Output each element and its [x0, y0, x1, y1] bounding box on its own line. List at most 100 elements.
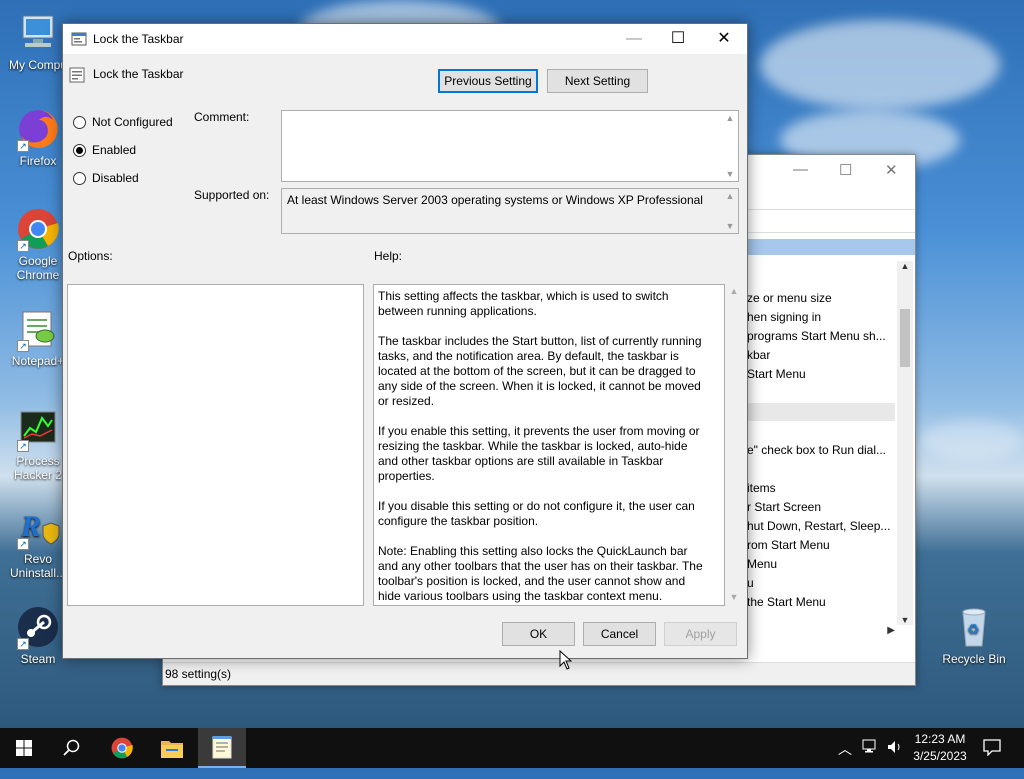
policy-setting-icon	[69, 67, 85, 83]
scroll-up-icon[interactable]: ▲	[727, 286, 741, 296]
supported-on-label: Supported on:	[194, 188, 270, 202]
maximize-button[interactable]: ☐	[655, 24, 701, 54]
clock-time: 12:23 AM	[914, 732, 966, 746]
vertical-scrollbar[interactable]: ▲ ▼	[897, 261, 913, 625]
list-item[interactable]: hut Down, Restart, Sleep...	[747, 519, 890, 533]
list-item[interactable]: u	[747, 576, 754, 590]
options-panel	[67, 284, 364, 606]
tray-chevron-icon[interactable]: ︿	[838, 739, 852, 779]
minimize-icon[interactable]: —	[793, 161, 808, 178]
dialog-titlebar[interactable]: Lock the Taskbar — ☐ ✕	[63, 24, 747, 54]
radio-circle-selected[interactable]	[73, 143, 86, 157]
scroll-up-icon[interactable]: ▲	[724, 191, 736, 201]
svg-text:♻: ♻	[967, 621, 980, 637]
shortcut-arrow-icon: ↗	[17, 538, 29, 550]
start-button[interactable]	[0, 728, 48, 768]
radio-label: Enabled	[92, 143, 137, 157]
shortcut-arrow-icon: ↗	[17, 440, 29, 452]
scroll-up-icon[interactable]: ▲	[897, 261, 913, 271]
help-panel[interactable]: This setting affects the taskbar, which …	[373, 284, 725, 606]
help-text: This setting affects the taskbar, which …	[378, 289, 703, 603]
scroll-right-icon[interactable]: ▶	[887, 625, 895, 636]
radio-not-configured[interactable]: Not Configured	[73, 115, 173, 129]
scroll-down-icon[interactable]: ▼	[727, 592, 741, 602]
notepad-plus-icon: ↗	[15, 306, 61, 352]
firefox-icon: ↗	[15, 106, 61, 152]
desktop-icon-recycle-bin[interactable]: ♻ Recycle Bin	[936, 604, 1012, 666]
volume-icon[interactable]	[886, 739, 904, 779]
radio-label: Disabled	[92, 171, 139, 185]
scroll-down-icon[interactable]: ▼	[724, 221, 736, 231]
scrollbar-thumb[interactable]	[900, 309, 910, 367]
list-item[interactable]: ze or menu size	[747, 291, 832, 305]
list-item[interactable]: r Start Screen	[747, 500, 821, 514]
list-item[interactable]: hen signing in	[747, 310, 821, 324]
help-label: Help:	[374, 249, 403, 263]
computer-icon	[15, 10, 61, 56]
dialog-title: Lock the Taskbar	[93, 32, 184, 46]
scroll-up-icon[interactable]: ▲	[724, 113, 736, 123]
comment-textarea[interactable]: ▲ ▼	[281, 110, 739, 182]
cloud	[920, 420, 1024, 460]
maximize-icon[interactable]: ☐	[839, 161, 852, 179]
options-label: Options:	[68, 249, 113, 263]
lock-taskbar-dialog[interactable]: Lock the Taskbar — ☐ ✕ Lock the Taskbar …	[62, 23, 748, 659]
radio-disabled[interactable]: Disabled	[73, 171, 139, 185]
network-icon[interactable]	[862, 738, 880, 778]
taskbar: ︿ 12:23 AM 3/25/2023	[0, 728, 1024, 768]
close-button[interactable]: ✕	[701, 24, 747, 54]
notepad-icon	[212, 736, 232, 759]
chrome-icon	[111, 737, 133, 759]
minimize-button[interactable]: —	[611, 24, 657, 54]
list-item[interactable]: e" check box to Run dial...	[747, 443, 886, 457]
radio-label: Not Configured	[92, 115, 173, 129]
taskbar-file-explorer[interactable]	[148, 728, 196, 768]
radio-circle[interactable]	[73, 115, 86, 129]
notification-icon[interactable]	[982, 738, 1002, 778]
steam-icon: ↗	[15, 604, 61, 650]
setting-name: Lock the Taskbar	[93, 67, 184, 81]
taskbar-chrome[interactable]	[98, 728, 146, 768]
desktop-icon-label: Recycle Bin	[942, 652, 1006, 666]
mouse-cursor-icon	[559, 649, 573, 673]
list-item[interactable]: items	[747, 481, 776, 495]
radio-circle[interactable]	[73, 171, 86, 185]
shortcut-arrow-icon: ↗	[17, 240, 29, 252]
cancel-button[interactable]: Cancel	[583, 622, 656, 646]
shortcut-arrow-icon: ↗	[17, 340, 29, 352]
list-item[interactable]: kbar	[747, 348, 770, 362]
revo-icon: R ↗	[15, 504, 61, 550]
comment-label: Comment:	[194, 110, 250, 124]
search-icon	[63, 739, 80, 756]
supported-on-value: At least Windows Server 2003 operating s…	[287, 193, 703, 207]
shortcut-arrow-icon: ↗	[17, 638, 29, 650]
status-bar: 98 setting(s)	[163, 662, 915, 685]
clock[interactable]: 12:23 AM 3/25/2023	[910, 731, 970, 771]
list-item[interactable]: Menu	[747, 557, 777, 571]
chrome-icon: ↗	[15, 206, 61, 252]
scroll-down-icon[interactable]: ▼	[724, 169, 736, 179]
list-item[interactable]: Start Menu	[747, 367, 806, 381]
windows-logo-icon	[16, 740, 32, 756]
supported-on-field: At least Windows Server 2003 operating s…	[281, 188, 739, 234]
settings-count: 98 setting(s)	[165, 667, 232, 681]
scroll-down-icon[interactable]: ▼	[897, 615, 913, 625]
shortcut-arrow-icon: ↗	[17, 140, 29, 152]
taskbar-notepad[interactable]	[198, 728, 246, 768]
clock-date: 3/25/2023	[913, 749, 967, 763]
previous-setting-button[interactable]: Previous Setting	[438, 69, 538, 93]
list-item[interactable]: programs Start Menu sh...	[747, 329, 886, 343]
process-hacker-icon: ↗	[15, 406, 61, 452]
folder-icon	[161, 741, 183, 758]
apply-button[interactable]: Apply	[664, 622, 737, 646]
close-icon[interactable]: ✕	[885, 161, 898, 179]
ok-button[interactable]: OK	[502, 622, 575, 646]
recycle-bin-icon: ♻	[951, 604, 997, 650]
next-setting-button[interactable]: Next Setting	[547, 69, 648, 93]
list-item[interactable]: the Start Menu	[747, 595, 826, 609]
policy-settings-icon	[71, 31, 87, 47]
list-item[interactable]: rom Start Menu	[747, 538, 830, 552]
search-button[interactable]	[48, 728, 96, 768]
radio-enabled[interactable]: Enabled	[73, 143, 136, 157]
cloud	[760, 20, 1000, 110]
